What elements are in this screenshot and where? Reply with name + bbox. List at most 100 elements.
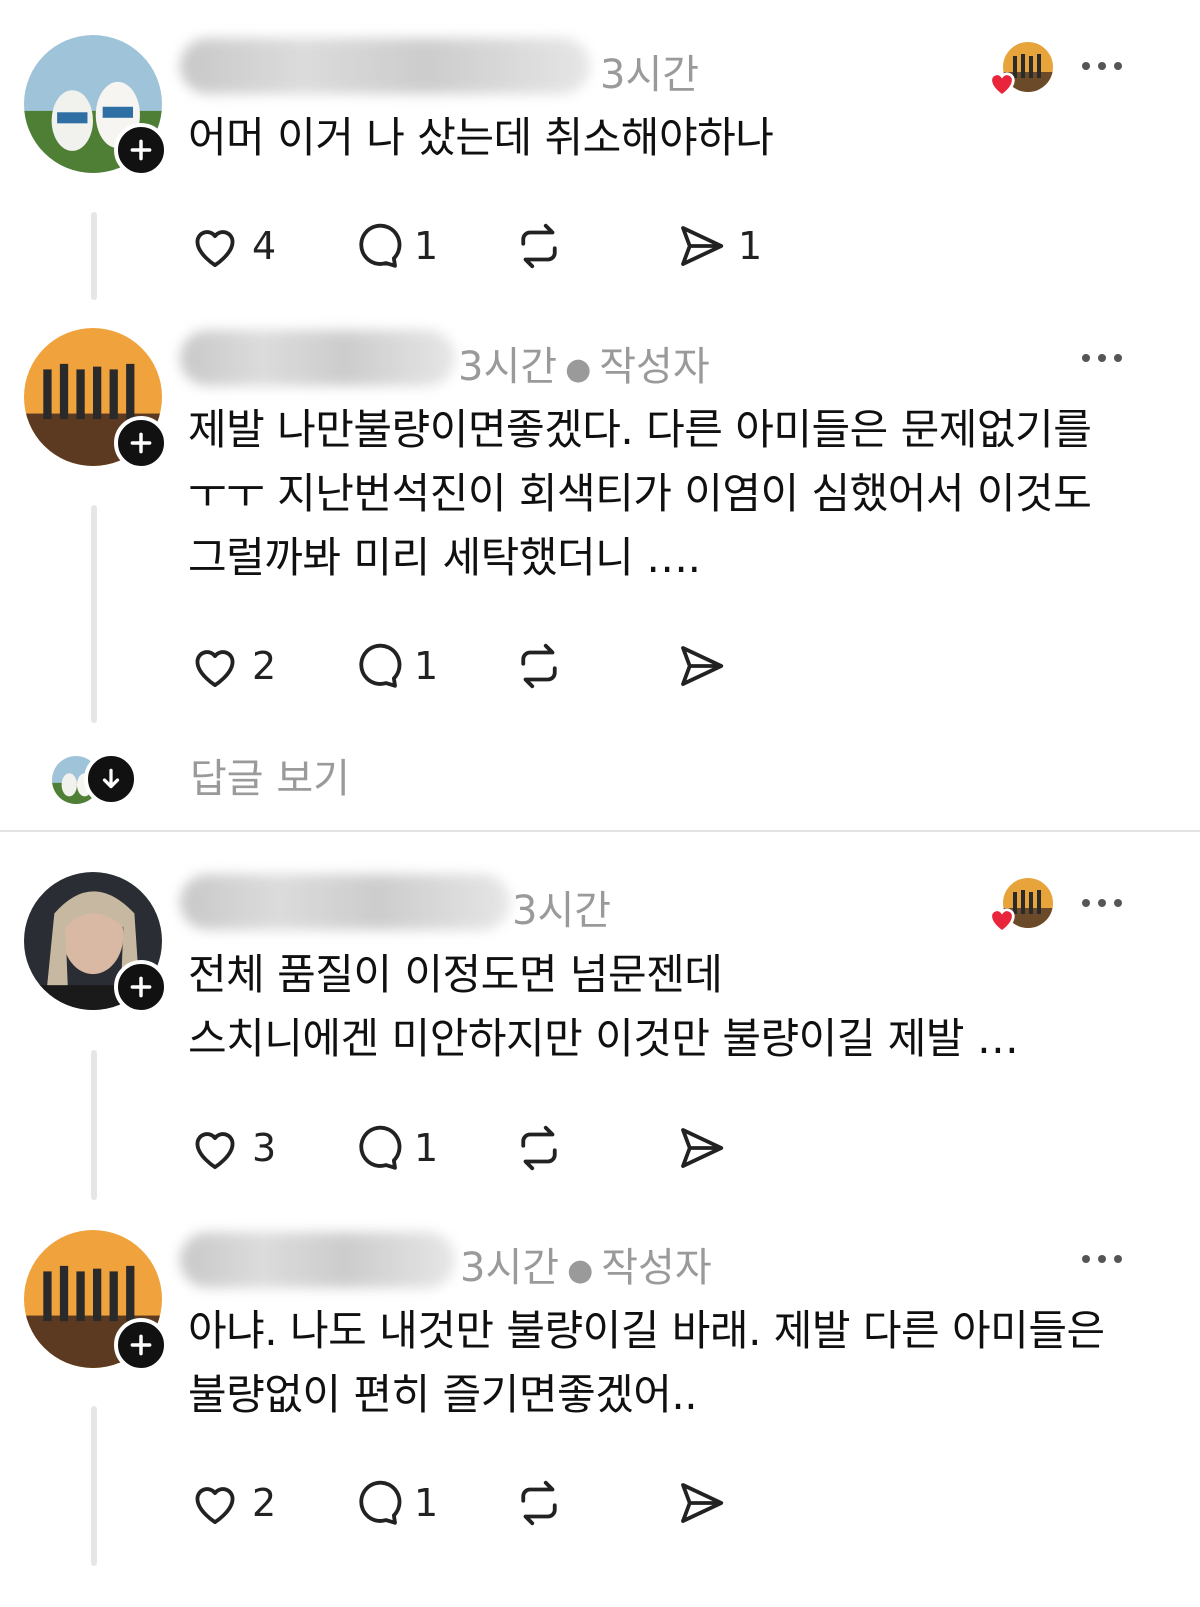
repost-arrows-icon [521, 1125, 557, 1171]
separator-dot: ● [567, 1252, 594, 1288]
reply-count: 1 [414, 1126, 439, 1170]
repost-arrows-icon [521, 1480, 557, 1526]
post-body: 아냐. 나도 내것만 불량이길 바래. 제발 다른 아미들은 불량없이 편히 즐… [188, 1299, 1148, 1427]
plus-icon [130, 1334, 152, 1356]
follow-button[interactable] [114, 123, 168, 177]
post-line: 그럴까봐 미리 세탁했더니 …. [188, 533, 701, 582]
post-meta: 3시간 [600, 42, 699, 100]
paper-plane-icon [681, 1128, 724, 1168]
post-meta: 3시간 ● 작성자 [460, 1235, 712, 1293]
view-replies-row[interactable]: 답글 보기 [52, 752, 1152, 812]
like-count: 3 [252, 1126, 277, 1170]
like-button[interactable]: 2 [188, 636, 350, 696]
heart-outline-icon [195, 230, 235, 268]
post-meta: 3시간 ● 작성자 [458, 334, 710, 392]
expand-replies-button[interactable] [84, 752, 138, 806]
author-tag: 작성자 [601, 1245, 712, 1291]
thread-line [91, 1050, 97, 1200]
reply-button[interactable]: 1 [350, 216, 512, 276]
avatar-wrap [24, 872, 168, 1014]
liked-by-author-badge [985, 878, 1053, 942]
paper-plane-icon [681, 646, 724, 686]
arrow-down-icon [102, 768, 120, 789]
like-count: 4 [252, 224, 277, 268]
repost-button[interactable] [512, 636, 674, 696]
like-button[interactable]: 2 [188, 1473, 350, 1533]
plus-icon [130, 432, 152, 454]
more-options-button[interactable] [1082, 62, 1122, 70]
repost-arrows-icon [521, 223, 557, 269]
reply-button[interactable]: 1 [350, 636, 512, 696]
paper-plane-icon [681, 226, 724, 266]
red-heart-icon [989, 908, 1015, 934]
reply-count: 1 [414, 224, 439, 268]
post-body: 제발 나만불량이면좋겠다. 다른 아미들은 문제없기를 ㅜㅜ 지난번석진이 회색… [188, 398, 1148, 590]
post-line: 불량없이 편히 즐기면좋겠어.. [188, 1370, 698, 1419]
username-blurred[interactable] [180, 330, 455, 386]
more-options-button[interactable] [1082, 899, 1122, 907]
like-count: 2 [252, 644, 277, 688]
thread-line [91, 1406, 97, 1566]
post-body: 전체 품질이 이정도면 넘문젠데 스치니에겐 미안하지만 이것만 불량이길 제발… [188, 943, 1148, 1071]
more-horizontal-icon [1082, 354, 1090, 362]
paper-plane-icon [681, 1483, 724, 1523]
post-line: 전체 품질이 이정도면 넘문젠데 [188, 950, 723, 999]
repost-arrows-icon [521, 643, 557, 689]
more-horizontal-icon [1082, 899, 1090, 907]
action-bar: 2 1 [188, 1473, 836, 1533]
repost-button[interactable] [512, 216, 674, 276]
thread-line [91, 505, 97, 723]
reply-button[interactable]: 1 [350, 1473, 512, 1533]
post-line: ㅜㅜ 지난번석진이 회색티가 이염이 심했어서 이것도 [188, 469, 1092, 518]
repost-button[interactable] [512, 1118, 674, 1178]
share-button[interactable] [674, 1118, 836, 1178]
avatar-wrap [24, 328, 168, 470]
post-line: 어머 이거 나 샀는데 취소해야하나 [188, 113, 774, 162]
post-body: 어머 이거 나 샀는데 취소해야하나 [188, 106, 1148, 170]
follow-button[interactable] [114, 960, 168, 1014]
like-count: 2 [252, 1481, 277, 1525]
author-tag: 작성자 [599, 344, 710, 390]
share-button[interactable] [674, 1473, 836, 1533]
post-line: 제발 나만불량이면좋겠다. 다른 아미들은 문제없기를 [188, 405, 1092, 454]
thread-divider [0, 830, 1200, 832]
heart-outline-icon [195, 1487, 235, 1525]
plus-icon [130, 976, 152, 998]
more-horizontal-icon [1082, 1255, 1090, 1263]
post-meta: 3시간 [512, 878, 611, 936]
follow-button[interactable] [114, 416, 168, 470]
plus-icon [130, 139, 152, 161]
action-bar: 2 1 [188, 636, 836, 696]
heart-outline-icon [195, 1132, 235, 1170]
avatar-wrap [24, 1230, 168, 1372]
red-heart-icon [989, 72, 1015, 98]
liked-by-author-badge [985, 42, 1053, 106]
speech-bubble-icon [359, 1125, 402, 1170]
post-time: 3시간 [458, 344, 558, 390]
post-line: 아냐. 나도 내것만 불량이길 바래. 제발 다른 아미들은 [188, 1306, 1105, 1355]
username-blurred[interactable] [180, 874, 510, 930]
share-count: 1 [738, 224, 763, 268]
share-button[interactable]: 1 [674, 216, 836, 276]
reply-count: 1 [414, 1481, 439, 1525]
thread-line [91, 212, 97, 300]
speech-bubble-icon [359, 643, 402, 688]
username-blurred[interactable] [180, 38, 590, 94]
post-time: 3시간 [512, 888, 612, 934]
share-button[interactable] [674, 636, 836, 696]
repost-button[interactable] [512, 1473, 674, 1533]
more-options-button[interactable] [1082, 1255, 1122, 1263]
speech-bubble-icon [359, 1480, 402, 1525]
avatar-wrap [24, 35, 168, 177]
follow-button[interactable] [114, 1318, 168, 1372]
more-options-button[interactable] [1082, 354, 1122, 362]
username-blurred[interactable] [180, 1232, 455, 1288]
reply-count: 1 [414, 644, 439, 688]
view-replies-label[interactable]: 답글 보기 [190, 752, 350, 806]
like-button[interactable]: 4 [188, 216, 350, 276]
like-button[interactable]: 3 [188, 1118, 350, 1178]
more-horizontal-icon [1082, 62, 1090, 70]
post-line: 스치니에겐 미안하지만 이것만 불량이길 제발 … [188, 1014, 1019, 1063]
reply-button[interactable]: 1 [350, 1118, 512, 1178]
post-time: 3시간 [460, 1245, 560, 1291]
